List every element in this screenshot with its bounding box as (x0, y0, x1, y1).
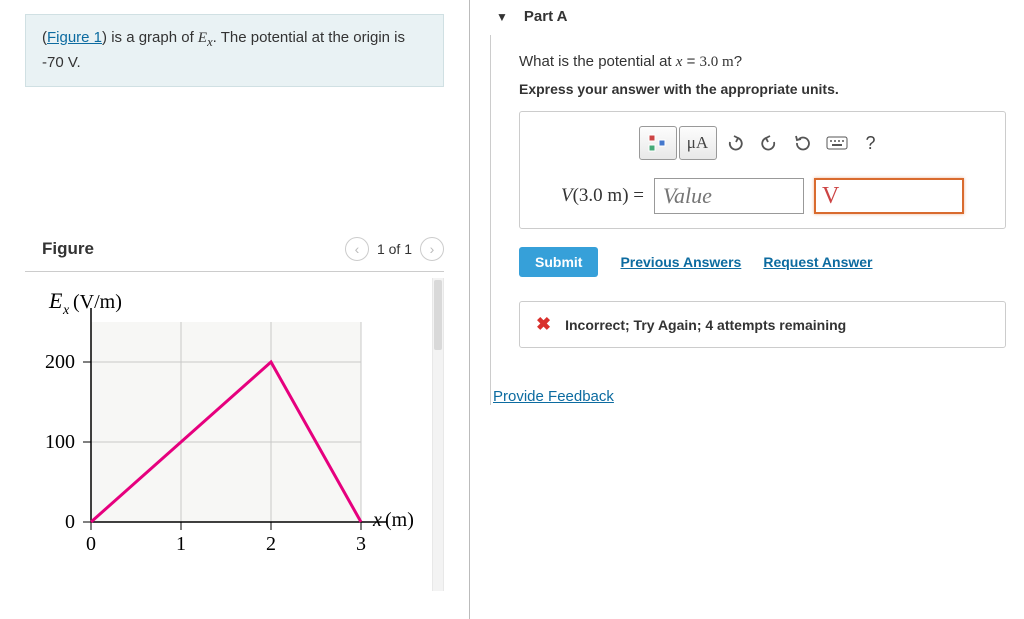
svg-text:x: x (372, 509, 382, 531)
request-answer-link[interactable]: Request Answer (763, 254, 872, 270)
ex-chart: E x (V/m) x (m) 0 100 200 0 1 2 3 (33, 288, 413, 578)
reset-icon (794, 134, 812, 152)
provide-feedback-link[interactable]: Provide Feedback (493, 388, 614, 405)
undo-icon (726, 134, 744, 152)
svg-text:0: 0 (86, 533, 96, 555)
submit-row: Submit Previous Answers Request Answer (519, 247, 1006, 277)
feedback-message: Incorrect; Try Again; 4 attempts remaini… (565, 317, 846, 333)
part-header[interactable]: ▼ Part A (488, 0, 1024, 35)
reset-button[interactable] (787, 126, 819, 160)
submit-button[interactable]: Submit (519, 247, 598, 277)
ps-after: . The potential at the origin is (213, 29, 405, 46)
lbl-arg: 3.0 m (579, 185, 622, 206)
question-text: What is the potential at x = 3.0 m? (519, 53, 1006, 71)
mu-label: μA (687, 133, 708, 153)
figure-link[interactable]: Figure 1 (47, 29, 102, 46)
ex-e: E (198, 30, 207, 46)
figure-nav-position: 1 of 1 (377, 241, 412, 257)
answer-box: μA ? V(3. (519, 111, 1006, 229)
templates-button[interactable] (639, 126, 677, 160)
svg-text:100: 100 (45, 431, 75, 453)
svg-text:(m): (m) (385, 509, 413, 531)
keyboard-icon (826, 136, 848, 150)
svg-text:3: 3 (356, 533, 366, 555)
value-input[interactable] (654, 178, 804, 214)
figure-scrollbar-thumb[interactable] (434, 280, 442, 350)
lbl-eq: = (629, 185, 644, 206)
ps-end: . (76, 54, 80, 71)
svg-text:2: 2 (266, 533, 276, 555)
part-label: Part A (524, 8, 568, 25)
units-button[interactable]: μA (679, 126, 717, 160)
q-post: ? (734, 53, 742, 70)
redo-button[interactable] (753, 126, 785, 160)
previous-answers-link[interactable]: Previous Answers (620, 254, 741, 270)
q-pre: What is the potential at (519, 53, 676, 70)
incorrect-icon: ✖ (536, 314, 551, 335)
undo-button[interactable] (719, 126, 751, 160)
template-icon (647, 133, 669, 153)
svg-text:1: 1 (176, 533, 186, 555)
figure-prev-button[interactable]: ‹ (345, 237, 369, 261)
left-panel: (Figure 1) is a graph of Ex. The potenti… (0, 0, 470, 619)
part-body: What is the potential at x = 3.0 m? Expr… (490, 35, 1024, 405)
svg-text:200: 200 (45, 351, 75, 373)
lbl-V: V (561, 185, 573, 206)
figure-next-button[interactable]: › (420, 237, 444, 261)
figure-nav: ‹ 1 of 1 › (345, 237, 444, 261)
keyboard-button[interactable] (821, 126, 853, 160)
right-panel: ▼ Part A What is the potential at x = 3.… (470, 0, 1024, 619)
feedback-box: ✖ Incorrect; Try Again; 4 attempts remai… (519, 301, 1006, 348)
svg-text:0: 0 (65, 511, 75, 533)
svg-text:x: x (62, 303, 70, 318)
problem-statement: (Figure 1) is a graph of Ex. The potenti… (25, 14, 444, 87)
svg-text:E: E (48, 288, 63, 313)
caret-down-icon: ▼ (496, 10, 508, 24)
help-button[interactable]: ? (855, 126, 887, 160)
q-eq: = (682, 53, 699, 70)
q-val: 3.0 m (700, 54, 734, 70)
redo-icon (760, 134, 778, 152)
unit-input[interactable] (814, 178, 964, 214)
svg-text:(V/m): (V/m) (73, 291, 122, 313)
potential-value: -70 V (42, 54, 76, 71)
answer-label: V(3.0 m) = (561, 185, 644, 207)
figure-heading: Figure (42, 239, 94, 259)
figure-scrollbar[interactable] (432, 278, 444, 591)
instruction-text: Express your answer with the appropriate… (519, 81, 1006, 97)
figure-area: E x (V/m) x (m) 0 100 200 0 1 2 3 (25, 278, 444, 591)
figure-divider (25, 271, 444, 272)
answer-toolbar: μA ? (639, 126, 887, 160)
figure-header: Figure ‹ 1 of 1 › (0, 227, 469, 267)
ps-mid: ) is a graph of (102, 29, 198, 46)
answer-line: V(3.0 m) = (534, 178, 991, 214)
